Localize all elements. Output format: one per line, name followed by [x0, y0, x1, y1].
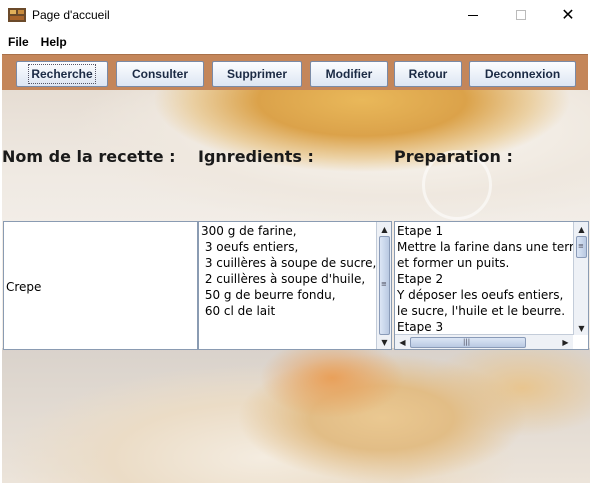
ingredients-vertical-scrollbar[interactable]: ▲ ≡ ▼ [376, 222, 391, 349]
grip-icon: ||| [463, 338, 471, 346]
menu-help[interactable]: Help [37, 35, 71, 49]
ingredients-textarea[interactable]: 300 g de farine, 3 oeufs entiers, 3 cuil… [198, 221, 392, 350]
scroll-up-icon[interactable]: ▲ [377, 222, 391, 236]
recipe-name-value: Crepe [6, 280, 42, 294]
ingredients-text: 300 g de farine, 3 oeufs entiers, 3 cuil… [201, 224, 377, 318]
scroll-right-icon[interactable]: ▶ [558, 335, 573, 349]
scroll-left-icon[interactable]: ◀ [395, 335, 410, 349]
scroll-down-icon[interactable]: ▼ [377, 335, 391, 349]
deconnexion-button[interactable]: Deconnexion [469, 61, 576, 87]
close-icon: ✕ [561, 5, 575, 24]
background-image-bottom [2, 348, 590, 483]
preparation-scroll-thumb-h[interactable]: ||| [410, 337, 526, 348]
grip-icon: ≡ [578, 242, 584, 250]
scroll-up-icon[interactable]: ▲ [574, 222, 588, 236]
preparation-text: Etape 1 Mettre la farine dans une terrin… [397, 224, 589, 334]
ingredients-scroll-thumb[interactable]: ≡ [379, 236, 390, 335]
toolbar: Recherche Consulter Supprimer Modifier R… [2, 54, 588, 90]
ingredients-label: Ignredients : [198, 147, 314, 166]
preparation-vertical-scrollbar[interactable]: ▲ ≡ ▼ [573, 222, 588, 335]
preparation-scroll-thumb-v[interactable]: ≡ [576, 236, 587, 258]
modifier-button[interactable]: Modifier [310, 61, 388, 87]
menu-bar: File Help [0, 32, 590, 52]
close-button[interactable]: ✕ [545, 0, 590, 30]
preparation-textarea[interactable]: Etape 1 Mettre la farine dans une terrin… [394, 221, 589, 350]
window-title: Page d'accueil [32, 8, 110, 22]
preparation-label: Preparation : [394, 147, 513, 166]
preparation-horizontal-scrollbar[interactable]: ◀ ||| ▶ [395, 334, 573, 349]
minimize-icon [468, 14, 478, 16]
recherche-button[interactable]: Recherche [16, 61, 108, 87]
menu-file[interactable]: File [4, 35, 33, 49]
recipe-name-label: Nom de la recette : [2, 147, 176, 166]
app-icon [8, 8, 26, 22]
title-bar: Page d'accueil ✕ [0, 0, 590, 32]
retour-button[interactable]: Retour [394, 61, 462, 87]
minimize-button[interactable] [450, 0, 496, 30]
grip-icon: ≡ [381, 280, 387, 288]
maximize-button[interactable] [498, 0, 544, 30]
recipe-name-field[interactable]: Crepe [3, 221, 198, 350]
supprimer-button[interactable]: Supprimer [212, 61, 302, 87]
content-area: Nom de la recette : Ignredients : Prepar… [2, 90, 590, 483]
maximize-icon [516, 10, 526, 20]
scroll-down-icon[interactable]: ▼ [574, 321, 588, 335]
consulter-button[interactable]: Consulter [116, 61, 204, 87]
